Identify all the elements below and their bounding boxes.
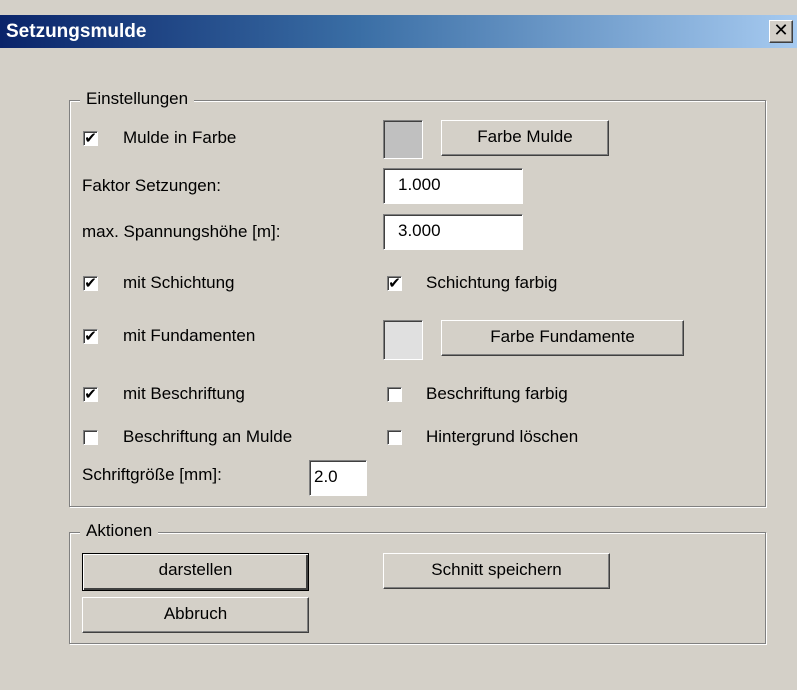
mulde-color-swatch — [383, 120, 423, 159]
schichtung-farbig-label: Schichtung farbig — [426, 273, 558, 292]
beschriftung-farbig-checkbox[interactable] — [387, 387, 402, 402]
max-spannungshoehe-input[interactable]: 3.000 — [383, 214, 523, 250]
schriftgroesse-input[interactable]: 2.0 — [309, 460, 367, 496]
schnitt-speichern-button[interactable]: Schnitt speichern — [383, 553, 610, 589]
window-title: Setzungsmulde — [6, 21, 147, 42]
close-icon: ✕ — [773, 20, 789, 41]
schriftgroesse-label: Schriftgröße [mm]: — [82, 465, 222, 484]
mit-schichtung-checkbox[interactable]: ✔ — [83, 274, 98, 292]
faktor-setzungen-label: Faktor Setzungen: — [82, 176, 221, 195]
farbe-fundamente-button[interactable]: Farbe Fundamente — [441, 320, 684, 356]
check-icon: ✔ — [84, 385, 97, 403]
max-spannungshoehe-label: max. Spannungshöhe [m]: — [82, 222, 281, 241]
fundamente-color-swatch — [383, 320, 423, 360]
mulde-in-farbe-label: Mulde in Farbe — [123, 128, 237, 147]
actions-legend: Aktionen — [80, 521, 159, 541]
hintergrund-loeschen-checkbox[interactable] — [387, 430, 402, 445]
title-bar[interactable]: Setzungsmulde ✕ — [0, 15, 797, 48]
mit-beschriftung-checkbox[interactable]: ✔ — [83, 385, 98, 403]
check-icon: ✔ — [84, 274, 97, 292]
check-icon: ✔ — [388, 274, 401, 292]
dialog-window: Setzungsmulde ✕ Einstellungen ✔ Mulde in… — [0, 0, 797, 690]
settings-legend: Einstellungen — [80, 89, 195, 109]
mit-fundamenten-label: mit Fundamenten — [123, 326, 256, 345]
hintergrund-loeschen-label: Hintergrund löschen — [426, 427, 579, 446]
mit-beschriftung-label: mit Beschriftung — [123, 384, 245, 403]
mulde-in-farbe-checkbox[interactable]: ✔ — [83, 129, 98, 147]
beschriftung-farbig-label: Beschriftung farbig — [426, 384, 568, 403]
darstellen-button[interactable]: darstellen — [82, 553, 309, 591]
check-icon: ✔ — [84, 327, 97, 345]
beschriftung-an-mulde-label: Beschriftung an Mulde — [123, 427, 293, 446]
beschriftung-an-mulde-checkbox[interactable] — [83, 430, 98, 445]
mit-fundamenten-checkbox[interactable]: ✔ — [83, 327, 98, 345]
faktor-setzungen-input[interactable]: 1.000 — [383, 168, 523, 204]
mit-schichtung-label: mit Schichtung — [123, 273, 235, 292]
abbruch-button[interactable]: Abbruch — [82, 597, 309, 633]
close-button[interactable]: ✕ — [769, 20, 793, 43]
check-icon: ✔ — [84, 129, 97, 147]
farbe-mulde-button[interactable]: Farbe Mulde — [441, 120, 609, 156]
schichtung-farbig-checkbox[interactable]: ✔ — [387, 274, 402, 292]
